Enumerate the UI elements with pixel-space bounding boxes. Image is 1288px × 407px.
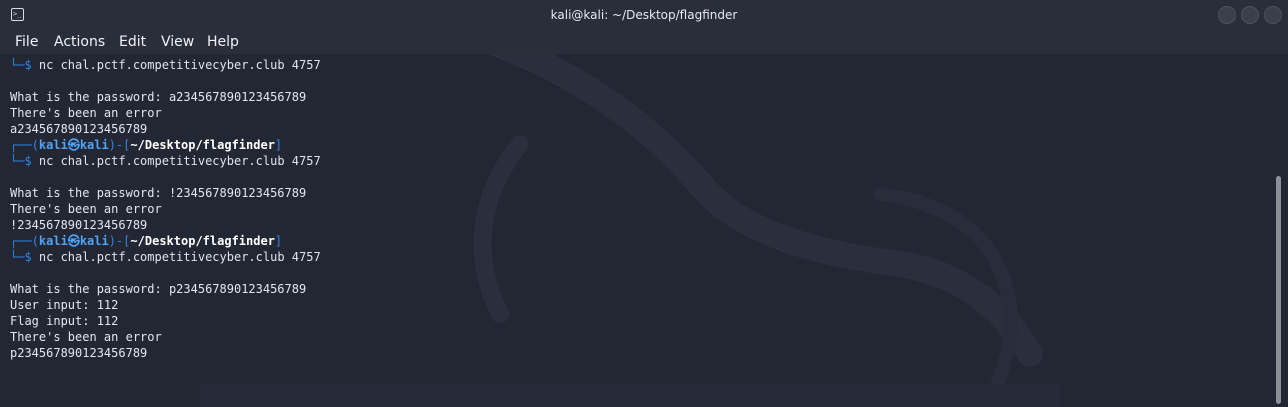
prompt-at-symbol: ㉿ [67, 138, 80, 152]
prompt-bracket: ┌──( [10, 234, 39, 248]
command-text: nc chal.pctf.competitivecyber.club 4757 [31, 58, 321, 72]
minimize-button[interactable] [1218, 6, 1236, 24]
prompt-at-symbol: ㉿ [67, 234, 80, 248]
prompt-bracket: )-[ [108, 138, 131, 152]
output-line: What is the password: p23456789012345678… [10, 282, 307, 296]
prompt-host: kali [79, 234, 109, 248]
prompt-cwd: ~/Desktop/flagfinder [130, 234, 275, 248]
scrollbar-thumb[interactable] [1276, 176, 1281, 404]
maximize-button[interactable] [1241, 6, 1259, 24]
terminal-output-area[interactable]: └─$ nc chal.pctf.competitivecyber.club 4… [0, 54, 1268, 407]
prompt-bracket: ] [274, 234, 283, 248]
command-line: └─$ nc chal.pctf.competitivecyber.club 4… [10, 57, 321, 73]
prompt-header-line: ┌──(kali㉿kali)-[~/Desktop/flagfinder] [10, 233, 321, 249]
window-title: kali@kali: ~/Desktop/flagfinder [550, 8, 738, 22]
menu-bar: File Actions Edit View Help [0, 30, 1288, 54]
scrollbar[interactable] [1268, 54, 1288, 407]
menu-help[interactable]: Help [207, 32, 239, 52]
title-bar[interactable]: >_ kali@kali: ~/Desktop/flagfinder [0, 0, 1288, 30]
output-line: What is the password: a23456789012345678… [10, 90, 307, 104]
menu-edit[interactable]: Edit [119, 32, 146, 52]
menu-file[interactable]: File [15, 32, 38, 52]
output-line: p234567890123456789 [10, 346, 148, 360]
terminal-lines: └─$ nc chal.pctf.competitivecyber.club 4… [10, 57, 321, 361]
prompt-symbol: └─$ [10, 58, 32, 72]
prompt-header-line: ┌──(kali㉿kali)-[~/Desktop/flagfinder] [10, 137, 321, 153]
prompt-symbol: └─$ [10, 250, 32, 264]
command-line: └─$ nc chal.pctf.competitivecyber.club 4… [10, 153, 321, 169]
command-text: nc chal.pctf.competitivecyber.club 4757 [31, 154, 321, 168]
output-line: There's been an error [10, 106, 162, 120]
prompt-bracket: ┌──( [10, 138, 39, 152]
output-line: !234567890123456789 [10, 218, 148, 232]
output-line: There's been an error [10, 202, 162, 216]
prompt-symbol: └─$ [10, 154, 32, 168]
output-line: a234567890123456789 [10, 122, 148, 136]
prompt-host: kali [79, 138, 109, 152]
prompt-cwd: ~/Desktop/flagfinder [130, 138, 275, 152]
prompt-user: kali [38, 234, 68, 248]
terminal-window: >_ kali@kali: ~/Desktop/flagfinder File … [0, 0, 1288, 407]
command-line: └─$ nc chal.pctf.competitivecyber.club 4… [10, 249, 321, 265]
output-line: Flag input: 112 [10, 314, 119, 328]
output-line: User input: 112 [10, 298, 119, 312]
output-line: There's been an error [10, 330, 162, 344]
prompt-bracket: ] [274, 138, 283, 152]
prompt-user: kali [38, 138, 68, 152]
command-text: nc chal.pctf.competitivecyber.club 4757 [31, 250, 321, 264]
menu-view[interactable]: View [161, 32, 194, 52]
prompt-bracket: )-[ [108, 234, 131, 248]
output-line: What is the password: !23456789012345678… [10, 186, 307, 200]
close-button[interactable] [1264, 6, 1282, 24]
menu-actions[interactable]: Actions [54, 32, 105, 52]
